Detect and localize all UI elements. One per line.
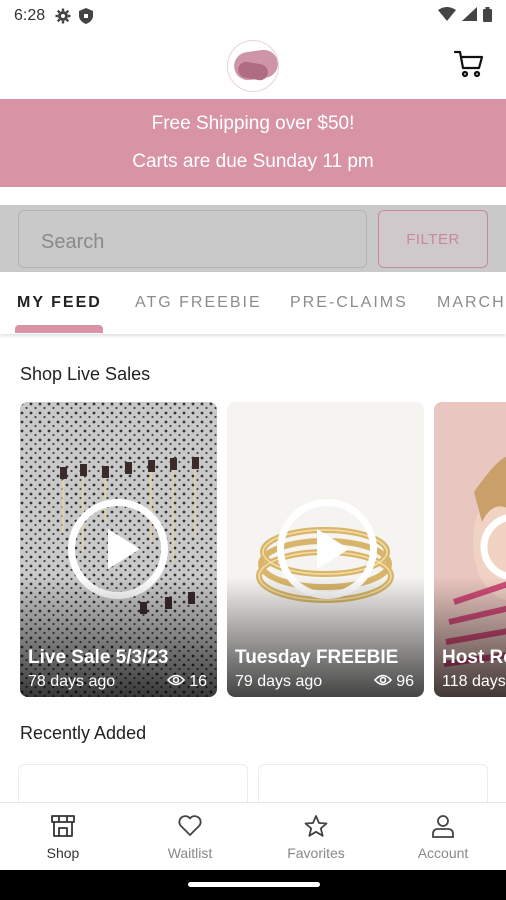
eye-icon: [167, 673, 186, 691]
filter-button[interactable]: FILTER: [378, 210, 488, 268]
nav-account[interactable]: Account: [380, 803, 506, 871]
brand-logo[interactable]: [227, 40, 279, 92]
nav-label: Account: [417, 845, 469, 861]
home-gesture-handle[interactable]: [188, 882, 320, 887]
tab-march[interactable]: MARCH: [437, 294, 506, 312]
live-sale-card[interactable]: Live Sale 5/3/23 78 days ago 16: [20, 402, 217, 697]
nav-waitlist[interactable]: Waitlist: [127, 803, 253, 871]
card-views: 96: [374, 673, 414, 691]
app-header: [0, 32, 506, 98]
eye-icon: [374, 673, 393, 691]
view-count: 16: [189, 673, 207, 690]
tab-my-feed[interactable]: MY FEED: [17, 294, 102, 312]
nav-label: Waitlist: [167, 845, 213, 861]
live-sale-card[interactable]: Tuesday FREEBIE 79 days ago 96: [227, 402, 424, 697]
battery-icon: [483, 6, 492, 26]
product-card[interactable]: [258, 764, 488, 804]
user-icon: [430, 813, 456, 839]
tab-pre-claims[interactable]: PRE-CLAIMS: [290, 294, 408, 312]
cart-button[interactable]: [452, 50, 486, 82]
live-sale-card[interactable]: Host Re 118 days: [434, 402, 506, 697]
view-count: 96: [396, 673, 414, 690]
status-bar: 6:28: [0, 0, 506, 32]
section-title-live-sales: Shop Live Sales: [20, 364, 151, 384]
status-time: 6:28: [14, 7, 46, 24]
signal-icon: [462, 7, 477, 25]
promo-banner: Free Shipping over $50! Carts are due Su…: [0, 99, 506, 187]
search-bar: Search FILTER: [0, 205, 506, 272]
banner-line-carts: Carts are due Sunday 11 pm: [132, 151, 374, 172]
active-tab-indicator: [15, 325, 103, 333]
settings-icon: [55, 8, 71, 24]
nav-label: Favorites: [287, 845, 345, 861]
shop-icon: [50, 813, 76, 839]
wifi-icon: [438, 7, 456, 25]
tab-atg-freebie[interactable]: ATG FREEBIE: [135, 294, 262, 312]
bottom-nav: Shop Waitlist Favorites Account: [0, 802, 506, 870]
card-title: Tuesday FREEBIE: [235, 647, 399, 668]
nav-shop[interactable]: Shop: [0, 803, 126, 871]
card-title: Host Re: [442, 647, 506, 668]
shield-icon: [79, 8, 94, 24]
card-age: 79 days ago: [235, 673, 323, 690]
card-age: 118 days: [442, 673, 506, 690]
nav-favorites[interactable]: Favorites: [253, 803, 379, 871]
product-card[interactable]: [18, 764, 248, 804]
card-age: 78 days ago: [28, 673, 116, 690]
nav-label: Shop: [46, 845, 80, 861]
star-icon: [303, 813, 329, 839]
banner-line-shipping: Free Shipping over $50!: [151, 113, 355, 134]
cart-icon: [453, 50, 484, 82]
search-input[interactable]: Search: [18, 210, 367, 268]
heart-icon: [177, 813, 203, 839]
card-views: 16: [167, 673, 207, 691]
card-title: Live Sale 5/3/23: [28, 647, 169, 668]
section-title-recently-added: Recently Added: [20, 723, 147, 743]
